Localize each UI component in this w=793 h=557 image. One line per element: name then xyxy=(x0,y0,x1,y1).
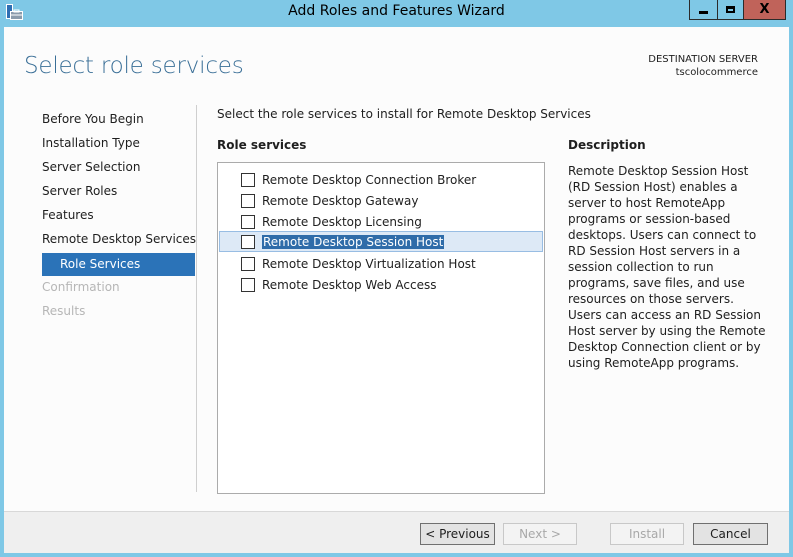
list-item-web-access[interactable]: Remote Desktop Web Access xyxy=(219,274,543,295)
close-button[interactable]: X xyxy=(743,0,786,20)
list-item-gateway[interactable]: Remote Desktop Gateway xyxy=(219,190,543,211)
nav-item-server-roles[interactable]: Server Roles xyxy=(42,181,195,205)
title-bar[interactable]: Add Roles and Features Wizard X xyxy=(0,0,793,26)
checkbox[interactable] xyxy=(241,214,255,229)
destination-server: DESTINATION SERVER tscolocommerce xyxy=(648,53,758,79)
destination-server-label: DESTINATION SERVER xyxy=(648,54,758,65)
checkbox[interactable] xyxy=(241,193,255,208)
checkbox[interactable] xyxy=(241,172,255,187)
minimize-button[interactable] xyxy=(689,0,718,20)
checkbox[interactable] xyxy=(241,234,255,249)
cancel-button[interactable]: Cancel xyxy=(693,523,768,545)
close-icon: X xyxy=(759,2,770,17)
role-services-list[interactable]: Remote Desktop Connection Broker Remote … xyxy=(217,162,545,494)
page-title: Select role services xyxy=(24,53,244,79)
destination-server-value: tscolocommerce xyxy=(675,67,758,78)
instruction-text: Select the role services to install for … xyxy=(217,107,591,121)
nav-item-features[interactable]: Features xyxy=(42,205,195,229)
description-text: Remote Desktop Session Host (RD Session … xyxy=(568,164,766,370)
maximize-button[interactable] xyxy=(717,0,744,20)
maximize-icon xyxy=(726,6,735,13)
nav-divider xyxy=(196,105,197,492)
nav-item-installation-type[interactable]: Installation Type xyxy=(42,133,195,157)
list-item-connection-broker[interactable]: Remote Desktop Connection Broker xyxy=(219,169,543,190)
next-button: Next > xyxy=(503,523,577,545)
minimize-icon xyxy=(699,10,708,14)
nav-item-before-you-begin[interactable]: Before You Begin xyxy=(42,109,195,133)
nav-item-confirmation: Confirmation xyxy=(42,280,120,294)
checkbox[interactable] xyxy=(241,256,255,271)
list-item-session-host[interactable]: Remote Desktop Session Host xyxy=(219,231,543,252)
nav-item-server-selection[interactable]: Server Selection xyxy=(42,157,195,181)
install-button: Install xyxy=(610,523,684,545)
list-item-label: Remote Desktop Virtualization Host xyxy=(262,256,476,271)
nav-item-remote-desktop-services[interactable]: Remote Desktop Services xyxy=(42,229,196,253)
nav-item-results: Results xyxy=(42,304,86,318)
wizard-body: Select role services DESTINATION SERVER … xyxy=(4,27,789,553)
nav-item-role-services[interactable]: Role Services xyxy=(42,253,195,276)
checkbox[interactable] xyxy=(241,277,255,292)
footer-bar: < Previous Next > Install Cancel xyxy=(4,511,789,553)
wizard-nav: Before You Begin Installation Type Serve… xyxy=(42,109,196,325)
list-item-label: Remote Desktop Connection Broker xyxy=(262,172,477,187)
role-services-heading: Role services xyxy=(217,138,307,152)
window-title: Add Roles and Features Wizard xyxy=(288,3,505,19)
list-item-label: Remote Desktop Licensing xyxy=(262,214,422,229)
description-heading: Description xyxy=(568,138,646,152)
list-item-label: Remote Desktop Web Access xyxy=(262,277,437,292)
previous-button[interactable]: < Previous xyxy=(420,523,495,545)
list-item-virtualization-host[interactable]: Remote Desktop Virtualization Host xyxy=(219,253,543,274)
list-item-label: Remote Desktop Gateway xyxy=(262,193,419,208)
list-item-label: Remote Desktop Session Host xyxy=(262,234,445,249)
list-item-licensing[interactable]: Remote Desktop Licensing xyxy=(219,211,543,232)
